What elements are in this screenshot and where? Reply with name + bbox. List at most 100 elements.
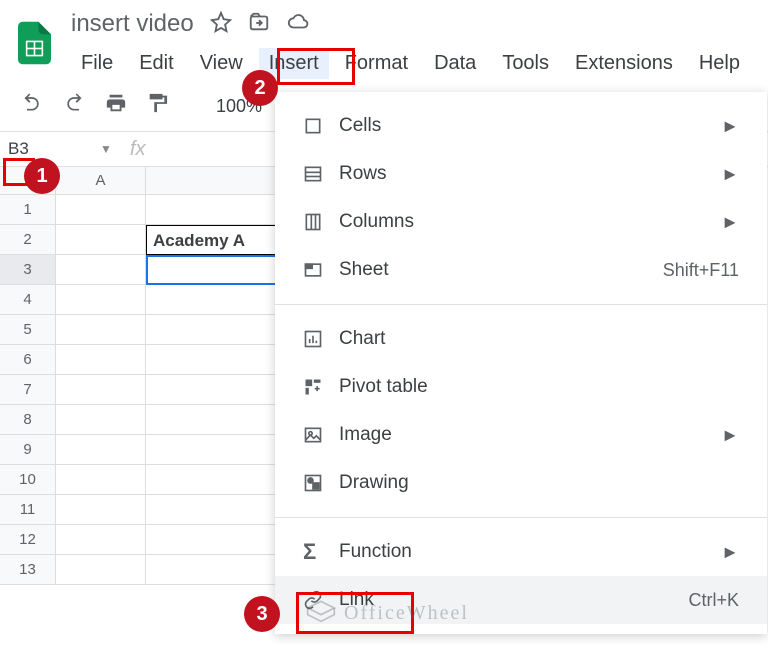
insert-chart[interactable]: Chart: [275, 315, 767, 363]
fx-label: fx: [130, 138, 146, 161]
cell[interactable]: [146, 375, 281, 405]
shortcut-text: Shift+F11: [663, 260, 739, 281]
menu-file[interactable]: File: [71, 48, 123, 79]
menu-view[interactable]: View: [190, 48, 253, 79]
menu-data[interactable]: Data: [424, 48, 486, 79]
cell-b3-selected[interactable]: [146, 255, 281, 285]
insert-rows[interactable]: Rows ►: [275, 150, 767, 198]
insert-function[interactable]: Σ Function ►: [275, 528, 767, 576]
row-header[interactable]: 7: [0, 375, 56, 405]
print-icon[interactable]: [104, 92, 128, 120]
insert-cells[interactable]: Cells ►: [275, 102, 767, 150]
column-header-a[interactable]: A: [56, 167, 146, 195]
row-header[interactable]: 5: [0, 315, 56, 345]
insert-pivot[interactable]: Pivot table: [275, 363, 767, 411]
row-header[interactable]: 3: [0, 255, 56, 285]
cell-b2[interactable]: Academy A: [146, 225, 281, 255]
star-icon[interactable]: [210, 11, 232, 38]
menu-extensions[interactable]: Extensions: [565, 48, 683, 79]
insert-sheet-label: Sheet: [339, 259, 663, 281]
menu-separator: [275, 304, 767, 305]
insert-link-label: Link: [339, 589, 688, 611]
insert-columns-label: Columns: [339, 211, 721, 233]
document-title[interactable]: insert video: [71, 10, 194, 38]
menu-insert[interactable]: Insert: [259, 48, 329, 79]
menu-edit[interactable]: Edit: [129, 48, 183, 79]
sheet-icon: [303, 260, 339, 280]
row-header[interactable]: 1: [0, 195, 56, 225]
cell[interactable]: [146, 435, 281, 465]
rows-icon: [303, 164, 339, 184]
insert-rows-label: Rows: [339, 163, 721, 185]
cell[interactable]: [56, 255, 146, 285]
row-header[interactable]: 4: [0, 285, 56, 315]
cell[interactable]: [146, 345, 281, 375]
cell[interactable]: [56, 525, 146, 555]
insert-chart-label: Chart: [339, 328, 739, 350]
row-header[interactable]: 13: [0, 555, 56, 585]
cell[interactable]: [56, 345, 146, 375]
insert-drawing-label: Drawing: [339, 472, 739, 494]
zoom-level[interactable]: 100%: [216, 96, 262, 117]
undo-icon[interactable]: [20, 93, 44, 119]
insert-pivot-label: Pivot table: [339, 376, 739, 398]
submenu-arrow-icon: ►: [721, 116, 739, 137]
insert-columns[interactable]: Columns ►: [275, 198, 767, 246]
name-box[interactable]: B3: [0, 136, 50, 162]
cell[interactable]: [146, 315, 281, 345]
columns-icon: [303, 212, 339, 232]
submenu-arrow-icon: ►: [721, 542, 739, 563]
row-header[interactable]: 8: [0, 405, 56, 435]
submenu-arrow-icon: ►: [721, 212, 739, 233]
link-icon: [303, 590, 339, 610]
cell[interactable]: [56, 465, 146, 495]
select-all-corner[interactable]: [0, 167, 56, 195]
submenu-arrow-icon: ►: [721, 164, 739, 185]
sheets-logo-icon: [18, 16, 51, 70]
row-header[interactable]: 9: [0, 435, 56, 465]
cell[interactable]: [146, 285, 281, 315]
insert-sheet[interactable]: Sheet Shift+F11: [275, 246, 767, 294]
cell[interactable]: [56, 315, 146, 345]
cell[interactable]: [56, 225, 146, 255]
shortcut-text: Ctrl+K: [688, 590, 739, 611]
cell[interactable]: [56, 195, 146, 225]
insert-link[interactable]: Link Ctrl+K: [275, 576, 767, 624]
row-header[interactable]: 12: [0, 525, 56, 555]
column-header-b[interactable]: [146, 167, 281, 195]
insert-image-label: Image: [339, 424, 721, 446]
insert-drawing[interactable]: Drawing: [275, 459, 767, 507]
cell[interactable]: [146, 525, 281, 555]
cells-icon: [303, 116, 339, 136]
cell[interactable]: [146, 555, 281, 585]
namebox-dropdown-icon[interactable]: ▼: [100, 142, 112, 156]
paint-format-icon[interactable]: [146, 91, 168, 121]
insert-dropdown: Cells ► Rows ► Columns ► Sheet Shift+F11…: [275, 92, 767, 634]
menu-format[interactable]: Format: [335, 48, 418, 79]
insert-function-label: Function: [339, 541, 721, 563]
row-header[interactable]: 2: [0, 225, 56, 255]
cell[interactable]: [56, 495, 146, 525]
cell[interactable]: [56, 375, 146, 405]
cell[interactable]: [146, 195, 281, 225]
row-header[interactable]: 6: [0, 345, 56, 375]
cell[interactable]: [56, 405, 146, 435]
redo-icon[interactable]: [62, 93, 86, 119]
pivot-icon: [303, 377, 339, 397]
menu-help[interactable]: Help: [689, 48, 750, 79]
cell[interactable]: [56, 435, 146, 465]
cell[interactable]: [56, 555, 146, 585]
cell[interactable]: [146, 405, 281, 435]
function-icon: Σ: [303, 539, 339, 565]
move-icon[interactable]: [248, 11, 270, 38]
row-header[interactable]: 11: [0, 495, 56, 525]
row-header[interactable]: 10: [0, 465, 56, 495]
menu-tools[interactable]: Tools: [492, 48, 559, 79]
insert-image[interactable]: Image ►: [275, 411, 767, 459]
cell[interactable]: [56, 285, 146, 315]
cell[interactable]: [146, 465, 281, 495]
insert-cells-label: Cells: [339, 115, 721, 137]
cell[interactable]: [146, 495, 281, 525]
cloud-status-icon[interactable]: [286, 11, 310, 38]
submenu-arrow-icon: ►: [721, 425, 739, 446]
